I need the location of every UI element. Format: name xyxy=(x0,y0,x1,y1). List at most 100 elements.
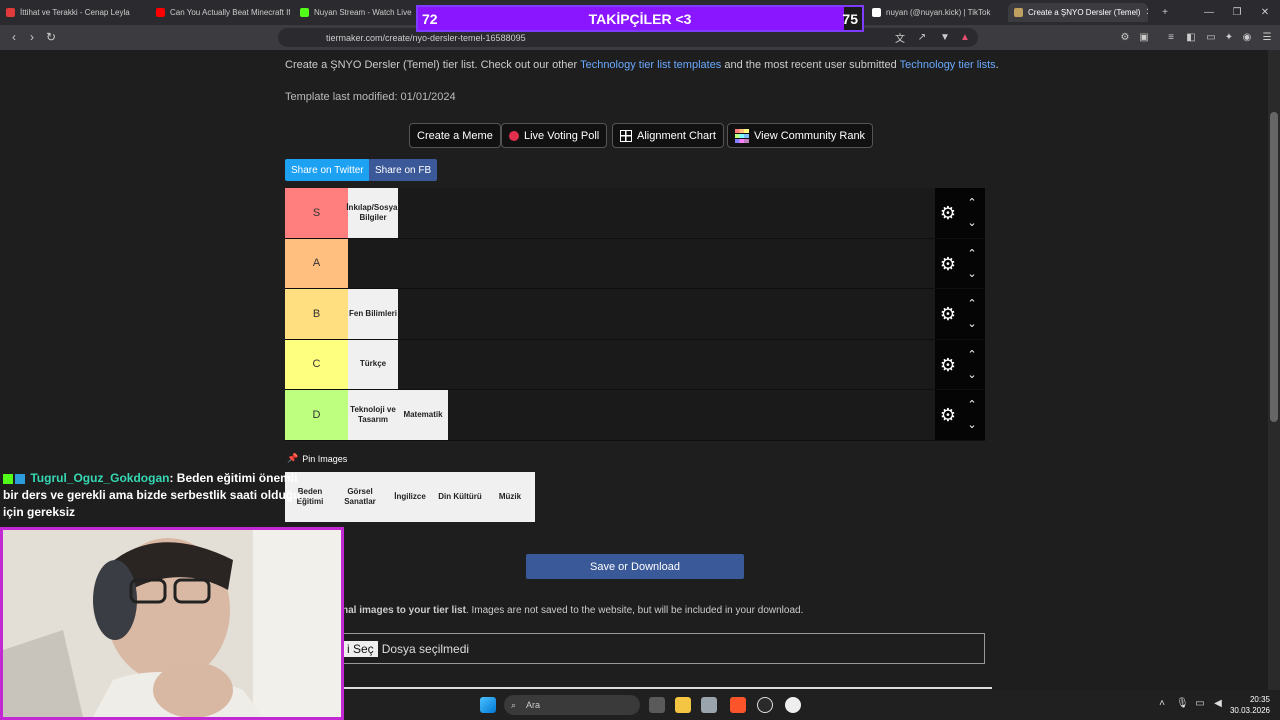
taskbar-clock[interactable]: 20:35 30.03.2026 xyxy=(1230,694,1270,716)
browser-tab[interactable]: Nuyan Stream - Watch Live on Kick xyxy=(294,3,414,22)
clock-date: 30.03.2026 xyxy=(1229,706,1270,715)
pool-item-card[interactable]: Din Kültürü xyxy=(435,472,485,522)
media-player-icon[interactable] xyxy=(785,697,801,713)
gear-icon[interactable]: ⚙ xyxy=(939,255,957,273)
sub-badge-icon xyxy=(15,473,25,484)
tier-label[interactable]: A xyxy=(285,238,348,288)
store-icon[interactable] xyxy=(701,697,717,713)
chevron-down-icon[interactable]: ⌄ xyxy=(965,216,979,229)
playlist-icon[interactable]: ≡ xyxy=(1164,30,1178,44)
tier-item-card[interactable]: Fen Bilimleri xyxy=(348,289,398,339)
network-icon[interactable]: ▭ xyxy=(1194,698,1206,710)
close-window-button[interactable]: ✕ xyxy=(1250,0,1280,25)
taskbar-search[interactable]: ⌕ Ara xyxy=(504,695,640,715)
pin-images-toggle[interactable]: 📌 Pin Images xyxy=(287,453,347,464)
tier-label[interactable]: S xyxy=(285,188,348,238)
tab-search-icon[interactable]: ▣ xyxy=(1137,30,1151,44)
tier-controls: ⚙ ⌃ ⌄ xyxy=(935,390,985,440)
browser-tab[interactable]: Create a ŞNYO Dersler (Temel) ✕ xyxy=(1008,3,1148,22)
unranked-image-pool: Beden Eğitimi Görsel Sanatlar İngilizce Din… xyxy=(285,472,535,522)
browser-tab[interactable]: Can You Actually Beat Minecraft If xyxy=(150,3,290,22)
menu-icon[interactable]: ☰ xyxy=(1260,30,1274,44)
technology-templates-link[interactable]: Technology tier list templates xyxy=(580,59,721,71)
browser-tab[interactable]: İttihat ve Terakki - Cenap Leyla xyxy=(0,3,146,22)
tab-favicon-icon xyxy=(6,8,15,17)
tab-title: Create a ŞNYO Dersler (Temel) xyxy=(1028,8,1141,17)
back-icon[interactable]: ‹ xyxy=(6,29,22,45)
alignment-chart-button[interactable]: Alignment Chart xyxy=(612,123,724,148)
file-upload-input[interactable]: i Seç Dosya seçilmedi xyxy=(342,633,985,664)
close-tab-icon[interactable]: ✕ xyxy=(1145,7,1148,18)
tier-item-card[interactable]: Teknoloji ve Tasarım xyxy=(348,390,398,440)
start-icon[interactable] xyxy=(480,697,496,713)
tab-title: İttihat ve Terakki - Cenap Leyla xyxy=(20,8,130,17)
maximize-button[interactable]: ❐ xyxy=(1222,0,1252,25)
follower-label: TAKİPÇİLER <3 xyxy=(588,10,692,27)
brave-icon[interactable] xyxy=(730,697,746,713)
obs-icon[interactable] xyxy=(757,697,773,713)
tier-item-card[interactable]: Türkçe xyxy=(348,339,398,389)
task-view-icon[interactable] xyxy=(649,697,665,713)
desc-text-mid: and the most recent user submitted xyxy=(721,59,900,71)
tier-item-card[interactable]: Matematik xyxy=(398,390,448,440)
choose-file-button[interactable]: i Seç xyxy=(343,640,378,657)
share-icon[interactable]: ↗ xyxy=(915,30,929,44)
forward-icon[interactable]: › xyxy=(24,29,40,45)
desc-text-end: . xyxy=(995,59,999,71)
stream-chat-message: Tugrul_Oguz_Gokdogan: Beden eğitimi önem… xyxy=(3,470,303,521)
tab-favicon-icon xyxy=(872,8,881,17)
pool-item-card[interactable]: Görsel Sanatlar xyxy=(335,472,385,522)
chevron-up-icon[interactable]: ⌃ xyxy=(965,297,979,310)
share-fb-button[interactable]: Share on FB xyxy=(369,159,438,181)
chevron-up-icon[interactable]: ⌃ xyxy=(965,247,979,260)
gear-icon[interactable]: ⚙ xyxy=(939,204,957,222)
gear-icon[interactable]: ⚙ xyxy=(939,406,957,424)
page-scrollbar[interactable] xyxy=(1268,50,1280,720)
new-tab-button[interactable]: + xyxy=(1150,0,1180,25)
tier-row: A ⚙ ⌃ ⌄ xyxy=(285,238,985,289)
technology-tier-lists-link[interactable]: Technology tier lists xyxy=(900,59,996,71)
reload-icon[interactable]: ↻ xyxy=(43,29,59,45)
extensions-icon[interactable]: ⚙ xyxy=(1118,30,1132,44)
tier-label[interactable]: D xyxy=(285,390,348,440)
view-community-rank-button[interactable]: View Community Rank xyxy=(727,123,874,148)
chevron-down-icon[interactable]: ⌄ xyxy=(965,368,979,381)
live-voting-poll-button[interactable]: Live Voting Poll xyxy=(501,123,608,148)
sidebar-icon[interactable]: ◧ xyxy=(1184,30,1198,44)
chevron-up-icon[interactable]: ⌃ xyxy=(965,348,979,361)
share-twitter-button[interactable]: Share on Twitter xyxy=(285,159,370,181)
chevron-up-icon[interactable]: ⌃ xyxy=(965,196,979,209)
minimize-button[interactable]: — xyxy=(1194,0,1224,25)
tier-items: Teknoloji ve Tasarım Matematik xyxy=(348,390,448,440)
leo-ai-icon[interactable]: ✦ xyxy=(1222,30,1236,44)
create-meme-button[interactable]: Create a Meme xyxy=(409,123,501,148)
volume-icon[interactable]: ◀ xyxy=(1212,698,1224,710)
pool-item-card[interactable]: Müzik xyxy=(485,472,535,522)
gear-icon[interactable]: ⚙ xyxy=(939,356,957,374)
brave-shield-icon[interactable]: ▼ xyxy=(938,30,952,44)
chevron-down-icon[interactable]: ⌄ xyxy=(965,267,979,280)
tray-chevron-icon[interactable]: ˄ xyxy=(1156,698,1168,710)
chevron-down-icon[interactable]: ⌄ xyxy=(965,317,979,330)
save-download-button[interactable]: Save or Download xyxy=(526,554,744,579)
chevron-up-icon[interactable]: ⌃ xyxy=(965,398,979,411)
microphone-icon[interactable]: 🎙 xyxy=(1176,698,1189,710)
scroll-thumb[interactable] xyxy=(1270,112,1278,422)
vpn-icon[interactable]: ◉ xyxy=(1240,30,1254,44)
chevron-down-icon[interactable]: ⌄ xyxy=(965,418,979,431)
translate-icon[interactable]: 文 xyxy=(893,30,907,45)
tier-controls: ⚙ ⌃ ⌄ xyxy=(935,188,985,238)
wallet-icon[interactable]: ▭ xyxy=(1204,30,1218,44)
tier-label[interactable]: B xyxy=(285,289,348,339)
brave-rewards-icon[interactable]: ▲ xyxy=(958,30,972,44)
tier-label[interactable]: C xyxy=(285,339,348,389)
gear-icon[interactable]: ⚙ xyxy=(939,305,957,323)
pool-item-card[interactable]: İngilizce xyxy=(385,472,435,522)
file-explorer-icon[interactable] xyxy=(675,697,691,713)
tier-item-card[interactable]: İnkılap/Sosyal Bilgiler xyxy=(346,188,400,238)
alignment-chart-label: Alignment Chart xyxy=(637,129,716,142)
tier-row: B Fen Bilimleri ⚙ ⌃ ⌄ xyxy=(285,289,985,340)
live-voting-poll-label: Live Voting Poll xyxy=(524,129,600,142)
tab-favicon-icon xyxy=(156,8,165,17)
browser-tab[interactable]: nuyan (@nuyan.kick) | TikTok xyxy=(866,3,1006,22)
